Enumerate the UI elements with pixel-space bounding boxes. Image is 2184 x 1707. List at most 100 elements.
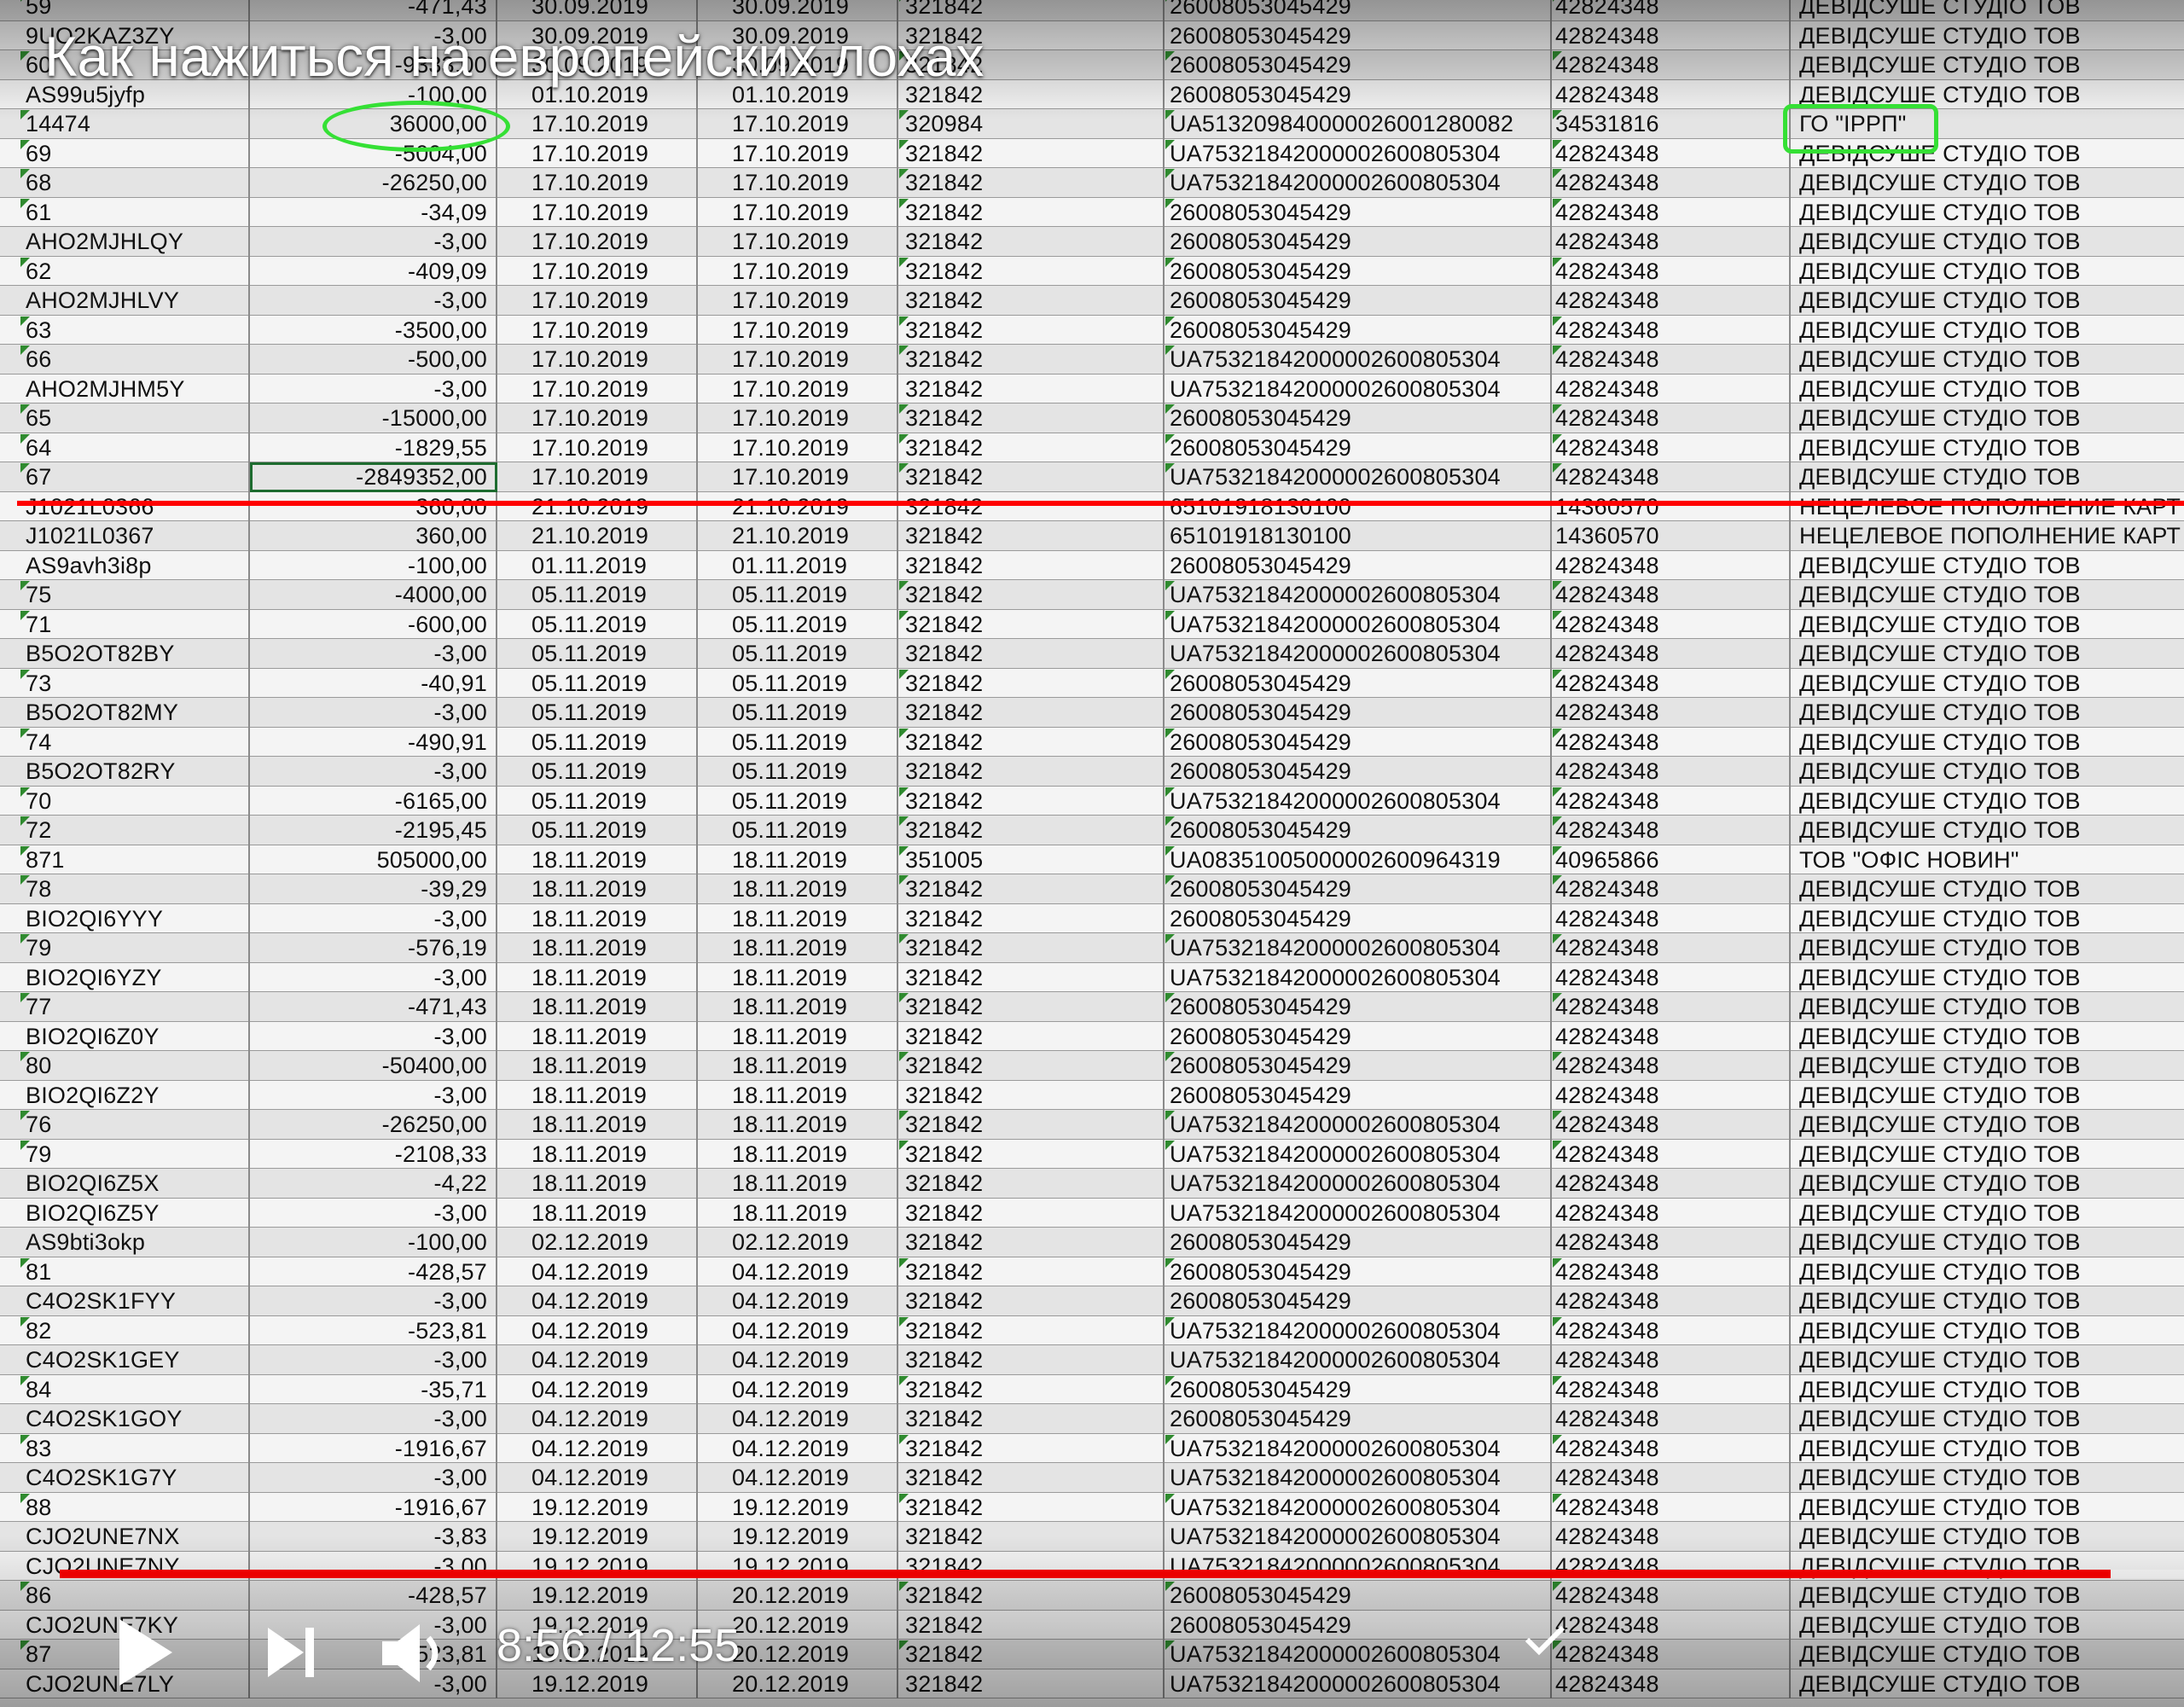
cell-mfo[interactable]: 321842 (898, 1286, 1165, 1316)
cell-id[interactable]: 77 (0, 992, 250, 1022)
cell-amount[interactable]: -600,00 (250, 609, 497, 639)
cell-id[interactable]: 871 (0, 845, 250, 874)
table-row[interactable]: 73 -40,91 05.11.2019 05.11.2019 321842 260080… (0, 668, 2184, 698)
table-row[interactable]: AS9avh3i8p -100,00 01.11.2019 01.11.2019 321… (0, 550, 2184, 580)
cell-account[interactable]: UA75321842000002600805304 (1165, 962, 1552, 992)
cell-date-posted[interactable]: 05.11.2019 (698, 580, 898, 610)
cell-counterparty[interactable]: ДЕВІДСУШЕ СТУДІО ТОВ (1791, 0, 2184, 21)
cell-amount[interactable]: 360,00 (250, 521, 497, 551)
cell-mfo[interactable]: 321842 (898, 1228, 1165, 1257)
cell-id[interactable]: 75 (0, 580, 250, 610)
cell-date-posted[interactable]: 18.11.2019 (698, 903, 898, 933)
table-row[interactable]: 871 505000,00 18.11.2019 18.11.2019 351005 UA… (0, 845, 2184, 874)
cell-mfo[interactable]: 321842 (898, 609, 1165, 639)
cell-counterparty[interactable]: ДЕВІДСУШЕ СТУДІО ТОВ (1791, 1493, 2184, 1523)
cell-account[interactable]: 26008053045429 (1165, 550, 1552, 580)
cell-date-posted[interactable]: 05.11.2019 (698, 816, 898, 845)
cell-account[interactable]: 26008053045429 (1165, 1286, 1552, 1316)
cell-amount[interactable]: -409,09 (250, 256, 497, 286)
cell-id[interactable]: 65 (0, 404, 250, 433)
cell-id[interactable]: 79 (0, 1139, 250, 1169)
cell-id[interactable]: C4O2SK1GEY (0, 1345, 250, 1375)
table-row[interactable]: 66 -500,00 17.10.2019 17.10.2019 321842 UA753… (0, 345, 2184, 374)
cell-date-doc[interactable]: 05.11.2019 (497, 786, 698, 816)
cell-edrpou[interactable]: 42824348 (1552, 1051, 1791, 1081)
cell-id[interactable]: 64 (0, 433, 250, 462)
table-row[interactable]: AS9bti3okp -100,00 02.12.2019 02.12.2019 321… (0, 1228, 2184, 1257)
cell-date-doc[interactable]: 18.11.2019 (497, 1198, 698, 1228)
cell-id[interactable]: CJO2UNE7NX (0, 1522, 250, 1552)
cell-amount[interactable]: -3,00 (250, 1404, 497, 1434)
cell-date-doc[interactable]: 17.10.2019 (497, 109, 698, 139)
cell-date-posted[interactable]: 04.12.2019 (698, 1463, 898, 1493)
cell-edrpou[interactable]: 14360570 (1552, 491, 1791, 521)
cell-account[interactable]: 26008053045429 (1165, 1404, 1552, 1434)
cell-account[interactable]: UA75321842000002600805304 (1165, 1198, 1552, 1228)
cell-edrpou[interactable]: 42824348 (1552, 50, 1791, 80)
cell-date-posted[interactable]: 18.11.2019 (698, 1110, 898, 1140)
cell-mfo[interactable]: 321842 (898, 550, 1165, 580)
cell-edrpou[interactable]: 42824348 (1552, 580, 1791, 610)
cell-mfo[interactable]: 321842 (898, 374, 1165, 404)
cell-account[interactable]: UA75321842000002600805304 (1165, 1110, 1552, 1140)
cell-counterparty[interactable]: ДЕВІДСУШЕ СТУДІО ТОВ (1791, 462, 2184, 492)
cell-id[interactable]: 70 (0, 786, 250, 816)
table-row[interactable]: 82 -523,81 04.12.2019 04.12.2019 321842 UA753… (0, 1315, 2184, 1345)
cell-mfo[interactable]: 321842 (898, 433, 1165, 462)
cell-date-posted[interactable]: 04.12.2019 (698, 1315, 898, 1345)
cell-amount[interactable]: -100,00 (250, 550, 497, 580)
cell-id[interactable]: 14474 (0, 109, 250, 139)
cell-counterparty[interactable]: ДЕВІДСУШЕ СТУДІО ТОВ (1791, 1257, 2184, 1287)
cell-mfo[interactable]: 321842 (898, 1404, 1165, 1434)
cell-id[interactable]: 73 (0, 668, 250, 698)
table-row[interactable]: BIO2QI6Z0Y -3,00 18.11.2019 18.11.2019 32184… (0, 1021, 2184, 1051)
cell-edrpou[interactable]: 42824348 (1552, 757, 1791, 787)
cell-date-doc[interactable]: 17.10.2019 (497, 138, 698, 168)
cell-date-posted[interactable]: 18.11.2019 (698, 1080, 898, 1110)
cell-edrpou[interactable]: 42824348 (1552, 168, 1791, 198)
table-row[interactable]: C4O2SK1FYY -3,00 04.12.2019 04.12.2019 32184… (0, 1286, 2184, 1316)
cell-account[interactable]: 26008053045429 (1165, 727, 1552, 757)
cell-amount[interactable]: -4,22 (250, 1169, 497, 1199)
cell-counterparty[interactable]: ДЕВІДСУШЕ СТУДІО ТОВ (1791, 1404, 2184, 1434)
cell-date-doc[interactable]: 17.10.2019 (497, 404, 698, 433)
cell-date-doc[interactable]: 05.11.2019 (497, 668, 698, 698)
cell-id[interactable]: 71 (0, 609, 250, 639)
cell-date-doc[interactable]: 04.12.2019 (497, 1315, 698, 1345)
cell-date-doc[interactable]: 18.11.2019 (497, 845, 698, 874)
cell-mfo[interactable]: 321842 (898, 345, 1165, 374)
cell-edrpou[interactable]: 42824348 (1552, 433, 1791, 462)
cell-date-posted[interactable]: 18.11.2019 (698, 933, 898, 963)
cell-mfo[interactable]: 321842 (898, 521, 1165, 551)
cell-account[interactable]: 26008053045429 (1165, 20, 1552, 50)
cell-amount[interactable]: -26250,00 (250, 1110, 497, 1140)
cell-date-doc[interactable]: 05.11.2019 (497, 639, 698, 669)
cell-date-posted[interactable]: 18.11.2019 (698, 1169, 898, 1199)
cell-mfo[interactable]: 321842 (898, 227, 1165, 257)
cell-counterparty[interactable]: ДЕВІДСУШЕ СТУДІО ТОВ (1791, 1522, 2184, 1552)
cell-date-doc[interactable]: 04.12.2019 (497, 1286, 698, 1316)
table-row[interactable]: AHO2MJHM5Y -3,00 17.10.2019 17.10.2019 32184… (0, 374, 2184, 404)
table-row[interactable]: B5O2OT82RY -3,00 05.11.2019 05.11.2019 32184… (0, 757, 2184, 787)
cell-mfo[interactable]: 321842 (898, 1169, 1165, 1199)
table-row[interactable]: BIO2QI6Z5X -4,22 18.11.2019 18.11.2019 32184… (0, 1169, 2184, 1199)
cell-counterparty[interactable]: ДЕВІДСУШЕ СТУДІО ТОВ (1791, 227, 2184, 257)
cell-edrpou[interactable]: 42824348 (1552, 903, 1791, 933)
cell-edrpou[interactable]: 42824348 (1552, 1433, 1791, 1463)
cell-account[interactable]: 26008053045429 (1165, 668, 1552, 698)
cell-edrpou[interactable]: 42824348 (1552, 1198, 1791, 1228)
cell-edrpou[interactable]: 42824348 (1552, 1080, 1791, 1110)
cell-counterparty[interactable]: ДЕВІДСУШЕ СТУДІО ТОВ (1791, 1110, 2184, 1140)
cell-edrpou[interactable]: 42824348 (1552, 1345, 1791, 1375)
cell-account[interactable]: UA75321842000002600805304 (1165, 609, 1552, 639)
cell-date-posted[interactable]: 05.11.2019 (698, 668, 898, 698)
cell-date-posted[interactable]: 17.10.2019 (698, 256, 898, 286)
cell-date-doc[interactable]: 18.11.2019 (497, 1051, 698, 1081)
cell-amount[interactable]: -471,43 (250, 0, 497, 21)
cell-account[interactable]: UA75321842000002600805304 (1165, 1433, 1552, 1463)
cell-account[interactable]: 26008053045429 (1165, 816, 1552, 845)
table-row[interactable]: CJO2UNE7NX -3,83 19.12.2019 19.12.2019 32184… (0, 1522, 2184, 1552)
cell-account[interactable]: 26008053045429 (1165, 404, 1552, 433)
cell-edrpou[interactable]: 42824348 (1552, 992, 1791, 1022)
cell-date-doc[interactable]: 19.12.2019 (497, 1522, 698, 1552)
